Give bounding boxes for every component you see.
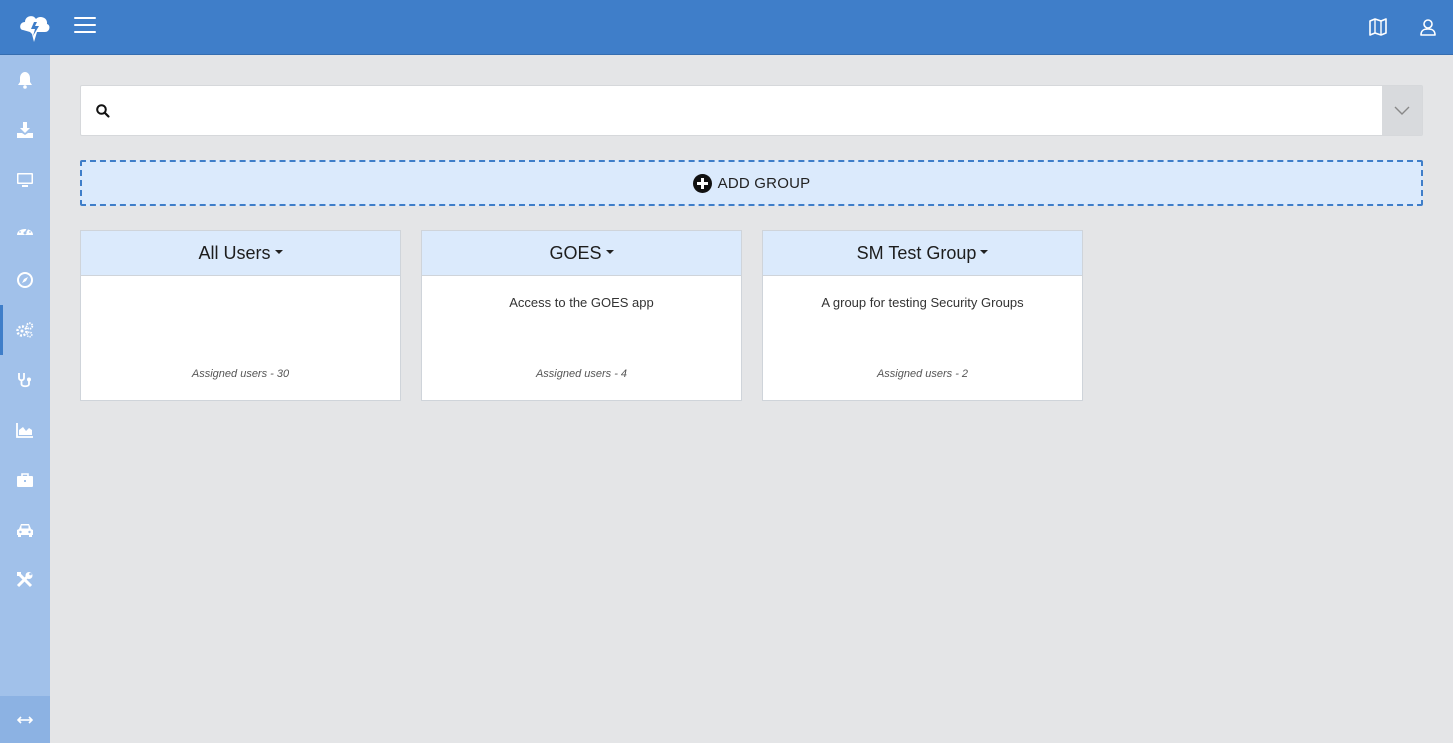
group-card: SM Test Group A group for testing Securi… xyxy=(762,230,1083,401)
sidebar-item-tools[interactable] xyxy=(0,555,50,605)
gears-icon xyxy=(16,322,34,338)
compass-icon xyxy=(17,272,33,288)
caret-down-icon xyxy=(980,250,989,254)
bell-icon xyxy=(18,72,32,89)
sidebar-item-settings[interactable] xyxy=(0,305,50,355)
search-input[interactable] xyxy=(121,87,1381,134)
caret-down-icon xyxy=(605,250,614,254)
sidebar-item-devices[interactable] xyxy=(0,155,50,205)
user-icon[interactable] xyxy=(1418,17,1438,37)
tools-icon xyxy=(16,572,33,588)
sidebar-item-vehicles[interactable] xyxy=(0,505,50,555)
group-card: GOES Access to the GOES app Assigned use… xyxy=(421,230,742,401)
briefcase-icon xyxy=(17,473,33,487)
group-card-header[interactable]: GOES xyxy=(422,231,741,276)
group-name: GOES xyxy=(549,242,602,263)
sidebar xyxy=(0,55,50,743)
search-dropdown-toggle[interactable] xyxy=(1382,86,1422,135)
plus-circle-icon xyxy=(692,173,712,193)
sidebar-expand-toggle[interactable] xyxy=(0,696,50,743)
group-card: All Users Assigned users - 30 xyxy=(80,230,401,401)
assigned-users-count: Assigned users - 4 xyxy=(535,368,628,380)
sidebar-item-health[interactable] xyxy=(0,355,50,405)
group-description: A group for testing Security Groups xyxy=(821,295,1024,310)
monitor-icon xyxy=(17,173,33,187)
area-chart-icon xyxy=(16,423,33,438)
menu-icon[interactable] xyxy=(74,17,96,37)
download-icon xyxy=(17,122,33,138)
logo-icon[interactable] xyxy=(17,10,51,44)
assigned-users-count: Assigned users - 30 xyxy=(191,368,290,380)
sidebar-item-explore[interactable] xyxy=(0,255,50,305)
group-description: Access to the GOES app xyxy=(509,295,654,310)
group-card-header[interactable]: All Users xyxy=(81,231,400,276)
car-icon xyxy=(17,524,33,537)
chevron-down-icon xyxy=(1394,106,1410,115)
group-name: SM Test Group xyxy=(856,242,977,263)
sidebar-item-jobs[interactable] xyxy=(0,455,50,505)
sidebar-item-dashboard[interactable] xyxy=(0,205,50,255)
group-card-header[interactable]: SM Test Group xyxy=(763,231,1082,276)
dashboard-gauge-icon xyxy=(17,227,33,235)
assigned-users-count: Assigned users - 2 xyxy=(876,368,969,380)
sidebar-item-reports[interactable] xyxy=(0,405,50,455)
group-name: All Users xyxy=(198,242,271,263)
caret-down-icon xyxy=(274,250,283,254)
expand-horizontal-icon xyxy=(17,715,33,724)
sidebar-item-downloads[interactable] xyxy=(0,105,50,155)
search-bar xyxy=(80,85,1423,136)
map-icon[interactable] xyxy=(1368,17,1388,37)
stethoscope-icon xyxy=(18,373,31,388)
search-icon xyxy=(96,104,110,118)
add-group-label: ADD GROUP xyxy=(717,174,811,192)
add-group-button[interactable]: ADD GROUP xyxy=(80,160,1423,206)
top-bar xyxy=(0,0,1453,55)
sidebar-item-notifications[interactable] xyxy=(0,55,50,105)
